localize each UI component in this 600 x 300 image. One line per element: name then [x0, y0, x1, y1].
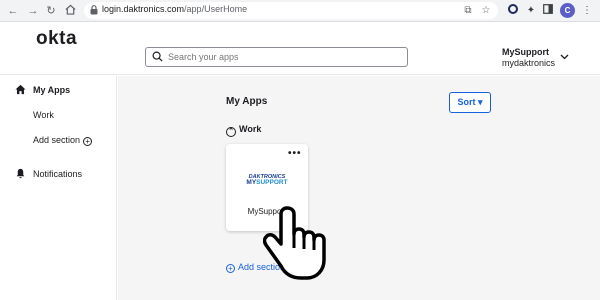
side-panel-icon[interactable] — [541, 4, 555, 18]
back-icon[interactable]: ← — [6, 4, 20, 18]
profile-avatar[interactable]: C — [560, 3, 575, 18]
okta-logo[interactable]: okta — [36, 28, 77, 50]
page-title: My Apps — [226, 96, 268, 107]
user-org: mydaktronics — [502, 58, 556, 68]
collapse-up-icon[interactable]: ⌃ — [226, 127, 236, 137]
sidebar-item-label: My Apps — [33, 85, 71, 95]
logo-line-2b: SUPPORT — [256, 179, 288, 186]
sidebar-item-work[interactable]: Work — [0, 104, 116, 126]
sidebar-item-notifications[interactable]: Notifications — [0, 163, 116, 185]
url-path: /app/UserHome — [184, 4, 248, 14]
sidebar-item-label: Notifications — [33, 169, 83, 179]
search-icon — [152, 51, 163, 62]
browser-toolbar: ← → ↻ login.daktronics.com/app/UserHome … — [0, 0, 600, 22]
home-icon[interactable] — [63, 4, 77, 18]
section-header-work[interactable]: ⌃ Work — [226, 123, 262, 137]
plus-circle-icon: + — [226, 264, 235, 273]
forward-icon[interactable]: → — [26, 4, 40, 18]
add-section-label: Add section — [33, 135, 81, 145]
lock-icon[interactable] — [88, 5, 100, 17]
main-content: My Apps Sort ▾ ⌃ Work ••• DAKTRONICS MYSU… — [118, 76, 600, 300]
search-input[interactable] — [168, 50, 398, 64]
chevron-down-icon[interactable] — [560, 52, 569, 62]
sidebar-item-label: Add section + — [33, 129, 93, 151]
okta-header: okta MySupport mydaktronics — [0, 22, 600, 75]
sidebar: My Apps Work Add section + Notifications — [0, 76, 117, 300]
address-bar[interactable]: login.daktronics.com/app/UserHome ⧉ ☆ — [84, 2, 498, 19]
logo-line-2a: MY — [246, 179, 257, 186]
app-options-icon[interactable]: ••• — [288, 148, 302, 159]
share-icon[interactable]: ⧉ — [462, 5, 474, 17]
sort-label: Sort — [457, 97, 476, 107]
caret-down-icon: ▾ — [477, 97, 483, 107]
plus-circle-icon: + — [83, 137, 93, 146]
more-menu-icon[interactable]: ⋮ — [580, 4, 594, 18]
search-box[interactable] — [145, 47, 408, 67]
sort-button[interactable]: Sort ▾ — [449, 92, 491, 113]
section-label: Work — [239, 124, 262, 134]
sidebar-item-add-section[interactable]: Add section + — [0, 129, 116, 151]
home-icon — [15, 84, 26, 95]
url-domain: login.daktronics.com — [102, 4, 185, 14]
daktronics-mysupport-logo: DAKTRONICS MYSUPPORT — [244, 174, 290, 188]
bookmark-star-icon[interactable]: ☆ — [480, 5, 492, 17]
url-text: login.daktronics.com/app/UserHome — [102, 4, 247, 14]
extensions-puzzle-icon[interactable]: ✦ — [524, 4, 538, 18]
user-menu[interactable]: MySupport mydaktronics — [502, 47, 555, 69]
reload-icon[interactable]: ↻ — [44, 4, 58, 18]
extension-circle-icon[interactable] — [506, 4, 520, 18]
logo-line-2: MYSUPPORT — [244, 179, 290, 186]
sidebar-item-label: Work — [33, 110, 54, 120]
sidebar-item-my-apps[interactable]: My Apps — [0, 79, 116, 101]
hand-pointer-cursor-icon — [263, 206, 326, 280]
bell-icon — [16, 168, 25, 179]
user-name: MySupport — [502, 47, 549, 57]
